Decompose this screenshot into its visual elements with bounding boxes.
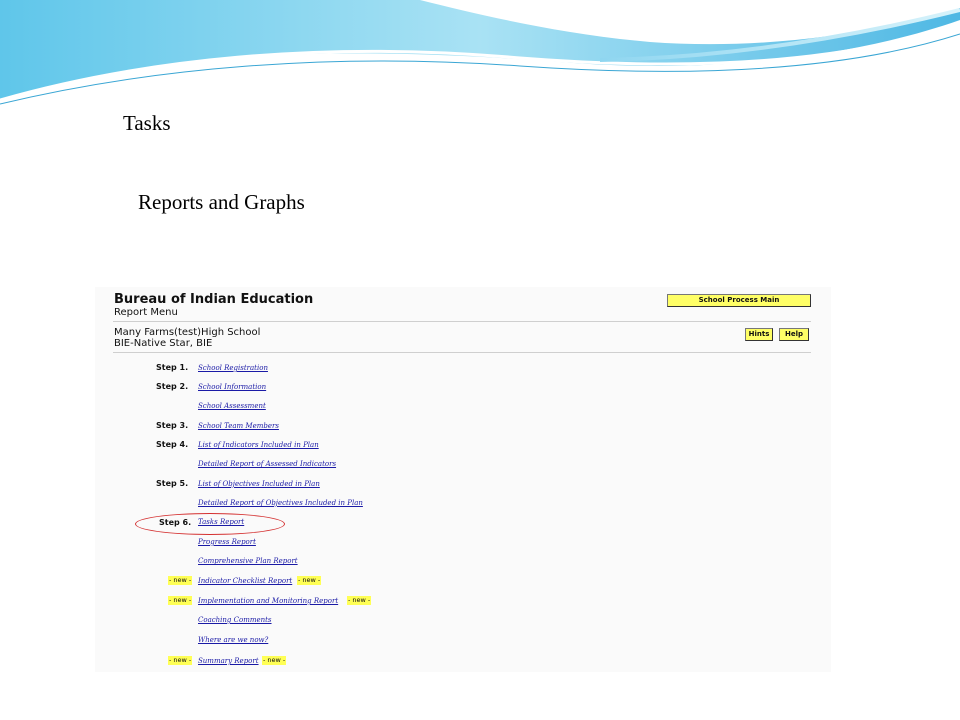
list-of-objectives-link[interactable]: List of Objectives Included in Plan [198, 480, 320, 488]
summary-report-link[interactable]: Summary Report [198, 657, 259, 665]
slide-heading-reports-and-graphs: Reports and Graphs [138, 190, 305, 214]
slide-heading-tasks: Tasks [123, 111, 171, 135]
list-of-indicators-link[interactable]: List of Indicators Included in Plan [198, 441, 319, 449]
step-5-label: Step 5. [156, 479, 189, 488]
school-name: Many Farms(test)High School [114, 327, 261, 338]
school-process-main-button[interactable]: School Process Main [667, 294, 811, 307]
comprehensive-plan-report-link[interactable]: Comprehensive Plan Report [198, 557, 298, 565]
indicator-checklist-report-link[interactable]: Indicator Checklist Report [198, 577, 292, 585]
new-badge: - new - [297, 576, 322, 585]
where-are-we-now-link[interactable]: Where are we now? [198, 636, 268, 644]
page-subtitle: Report Menu [114, 307, 178, 318]
hints-button[interactable]: Hints [745, 328, 773, 341]
implementation-monitoring-report-link[interactable]: Implementation and Monitoring Report [198, 597, 338, 605]
highlight-circle [135, 513, 285, 535]
school-information-link[interactable]: School Information [198, 383, 266, 391]
new-badge: - new - [347, 596, 372, 605]
help-button[interactable]: Help [779, 328, 809, 341]
new-badge: - new - [262, 656, 287, 665]
school-registration-link[interactable]: School Registration [198, 364, 268, 372]
step-3-label: Step 3. [156, 421, 189, 430]
decorative-wave-banner [0, 0, 960, 105]
step-2-label: Step 2. [156, 382, 189, 391]
new-badge: - new - [168, 596, 193, 605]
school-subtitle: BIE-Native Star, BIE [114, 338, 213, 349]
step-1-label: Step 1. [156, 363, 189, 372]
page-title: Bureau of Indian Education [114, 292, 314, 307]
header-divider [113, 321, 811, 322]
school-team-members-link[interactable]: School Team Members [198, 422, 279, 430]
report-menu-screenshot: Bureau of Indian Education Report Menu S… [95, 287, 831, 672]
new-badge: - new - [168, 576, 193, 585]
step-4-label: Step 4. [156, 440, 189, 449]
school-assessment-link[interactable]: School Assessment [198, 402, 266, 410]
school-divider [113, 352, 811, 353]
coaching-comments-link[interactable]: Coaching Comments [198, 616, 272, 624]
progress-report-link[interactable]: Progress Report [198, 538, 256, 546]
detailed-assessed-indicators-link[interactable]: Detailed Report of Assessed Indicators [198, 460, 336, 468]
new-badge: - new - [168, 656, 193, 665]
detailed-objectives-link[interactable]: Detailed Report of Objectives Included i… [198, 499, 363, 507]
